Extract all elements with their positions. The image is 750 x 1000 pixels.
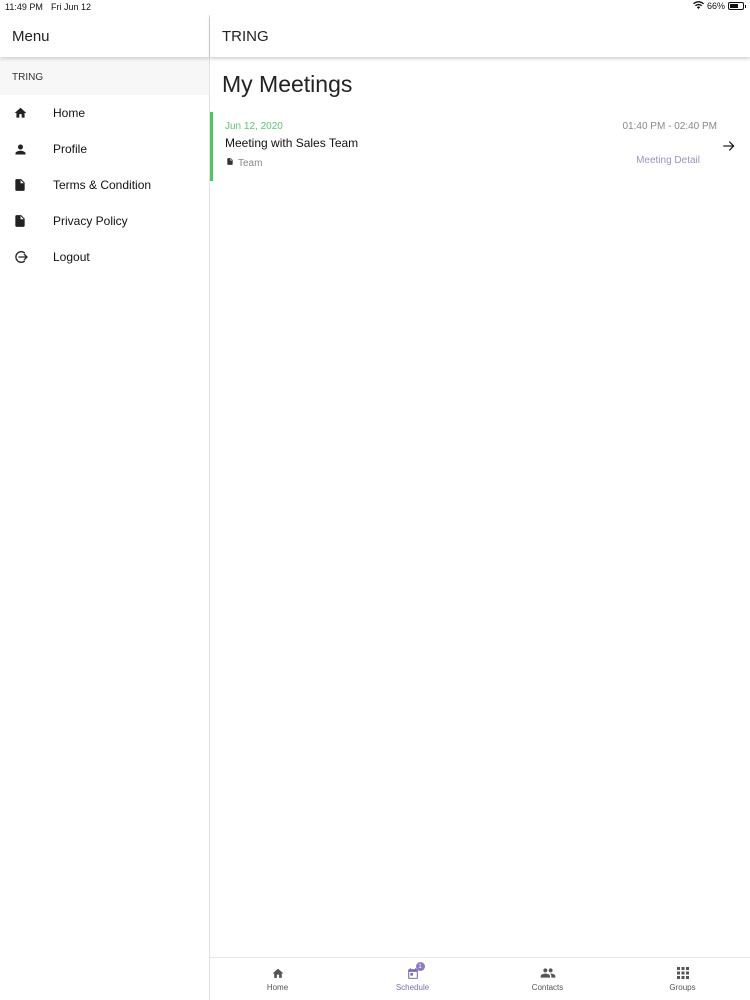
home-icon	[271, 966, 285, 980]
tab-label: Home	[266, 983, 289, 992]
sidebar-item-terms[interactable]: Terms & Condition	[0, 167, 209, 203]
sidebar-item-label: Terms & Condition	[53, 178, 152, 192]
sidebar-title: Menu	[0, 15, 209, 57]
tab-schedule[interactable]: 1 Schedule	[345, 958, 480, 1000]
people-icon	[540, 966, 556, 980]
page-title: My Meetings	[222, 71, 353, 97]
meeting-status-bar	[210, 112, 213, 181]
main-content: My Meetings Jun 12, 2020 Meeting with Sa…	[210, 57, 750, 957]
meeting-card[interactable]: Jun 12, 2020 Meeting with Sales Team Tea…	[210, 112, 750, 182]
sidebar-item-label: Privacy Policy	[53, 214, 128, 228]
grid-icon	[676, 966, 689, 980]
tab-home[interactable]: Home	[210, 958, 345, 1000]
battery-icon	[728, 2, 744, 10]
person-icon	[0, 142, 40, 157]
sidebar-item-label: Profile	[53, 142, 88, 156]
document-icon	[0, 177, 40, 193]
meeting-type: Team	[226, 157, 262, 169]
sidebar-item-label: Logout	[53, 250, 90, 264]
sidebar-item-privacy[interactable]: Privacy Policy	[0, 203, 209, 239]
status-indicators: 66%	[692, 1, 746, 11]
tab-label: Schedule	[395, 983, 430, 992]
logout-icon	[0, 249, 40, 265]
calendar-icon: 1	[406, 962, 425, 980]
bottom-nav: Home 1 Schedule Contacts Groups	[210, 957, 750, 1000]
status-date: Fri Jun 12	[51, 2, 92, 12]
sidebar-item-home[interactable]: Home	[0, 95, 209, 131]
app-header-title: TRING	[210, 15, 750, 57]
tab-contacts[interactable]: Contacts	[480, 958, 615, 1000]
status-bar: 11:49 PM Fri Jun 12 66%	[0, 0, 750, 15]
tab-label: Contacts	[531, 983, 564, 992]
document-icon	[226, 157, 234, 169]
home-icon	[0, 106, 40, 120]
tab-groups[interactable]: Groups	[615, 958, 750, 1000]
meeting-date: Jun 12, 2020	[225, 121, 283, 132]
sidebar-item-profile[interactable]: Profile	[0, 131, 209, 167]
tab-label: Groups	[669, 983, 696, 992]
arrow-right-icon[interactable]	[722, 139, 736, 158]
document-icon	[0, 213, 40, 229]
battery-percent: 66%	[706, 1, 725, 11]
meeting-type-label: Team	[238, 157, 263, 169]
battery-tip	[745, 4, 746, 8]
sidebar-menu: Menu TRING Home Profile Terms & Conditio…	[0, 15, 210, 1000]
sidebar-section-label: TRING	[0, 59, 209, 95]
sidebar-item-logout[interactable]: Logout	[0, 239, 209, 275]
meeting-title: Meeting with Sales Team	[225, 136, 359, 150]
status-time: 11:49 PM	[5, 2, 43, 12]
wifi-icon	[692, 1, 704, 11]
sidebar-item-label: Home	[53, 106, 86, 120]
schedule-badge: 1	[415, 962, 425, 971]
meeting-detail-link[interactable]: Meeting Detail	[636, 155, 700, 166]
meeting-time: 01:40 PM - 02:40 PM	[622, 121, 718, 132]
